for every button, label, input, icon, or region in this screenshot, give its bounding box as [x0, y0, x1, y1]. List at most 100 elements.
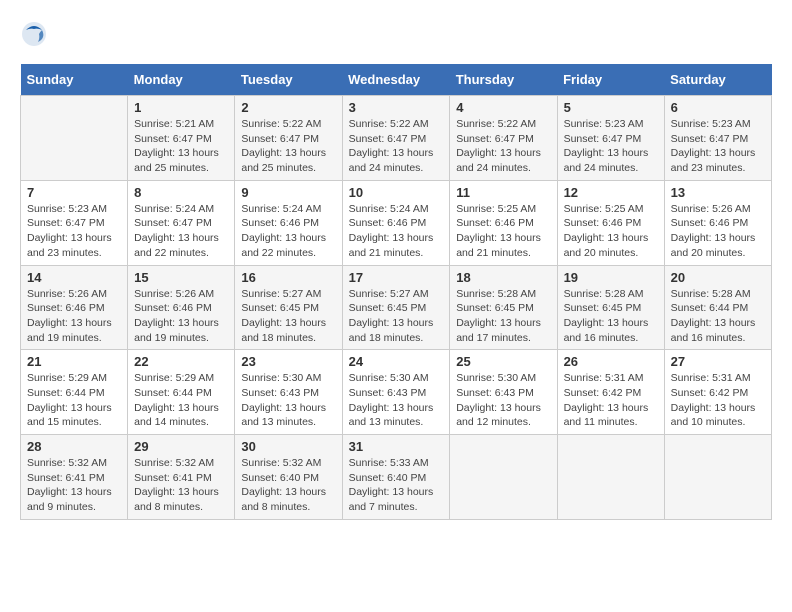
day-number: 23: [241, 354, 335, 369]
calendar-cell: [664, 435, 771, 520]
calendar-cell: 23Sunrise: 5:30 AM Sunset: 6:43 PM Dayli…: [235, 350, 342, 435]
calendar-cell: 18Sunrise: 5:28 AM Sunset: 6:45 PM Dayli…: [450, 265, 557, 350]
day-info: Sunrise: 5:24 AM Sunset: 6:46 PM Dayligh…: [241, 202, 335, 261]
calendar-cell: 25 Sunrise: 5:30 AM Sunset: 6:43 PM Dayli…: [450, 350, 557, 435]
day-number: 27: [671, 354, 765, 369]
calendar-cell: 20 Sunrise: 5:28 AM Sunset: 6:44 PM Dayli…: [664, 265, 771, 350]
calendar-cell: 1 Sunrise: 5:21 AM Sunset: 6:47 PM Daylig…: [128, 96, 235, 181]
day-header-thursday: Thursday: [450, 64, 557, 96]
day-number: 31: [349, 439, 444, 454]
day-number: 11: [456, 185, 550, 200]
day-info: Sunrise: 5:29 AM Sunset: 6:44 PM Dayligh…: [134, 371, 228, 430]
day-number: 28: [27, 439, 121, 454]
day-info: Sunrise: 5:22 AM Sunset: 6:47 PM Dayligh…: [241, 117, 335, 176]
day-info: Sunrise: 5:24 AM Sunset: 6:47 PM Dayligh…: [134, 202, 228, 261]
day-header-friday: Friday: [557, 64, 664, 96]
calendar-cell: 13 Sunrise: 5:26 AM Sunset: 6:46 PM Dayli…: [664, 180, 771, 265]
day-number: 29: [134, 439, 228, 454]
day-info: Sunrise: 5:32 AM Sunset: 6:40 PM Dayligh…: [241, 456, 335, 515]
day-info: Sunrise: 5:32 AM Sunset: 6:41 PM Dayligh…: [27, 456, 121, 515]
calendar-table: SundayMondayTuesdayWednesdayThursdayFrid…: [20, 64, 772, 520]
logo: [20, 20, 52, 48]
day-number: 30: [241, 439, 335, 454]
day-info: Sunrise: 5:30 AM Sunset: 6:43 PM Dayligh…: [456, 371, 550, 430]
calendar-cell: 24 Sunrise: 5:30 AM Sunset: 6:43 PM Dayli…: [342, 350, 450, 435]
calendar-cell: 21 Sunrise: 5:29 AM Sunset: 6:44 PM Dayli…: [21, 350, 128, 435]
day-number: 10: [349, 185, 444, 200]
week-row-1: 1 Sunrise: 5:21 AM Sunset: 6:47 PM Daylig…: [21, 96, 772, 181]
day-header-saturday: Saturday: [664, 64, 771, 96]
calendar-cell: 3 Sunrise: 5:22 AM Sunset: 6:47 PM Daylig…: [342, 96, 450, 181]
week-row-3: 14 Sunrise: 5:26 AM Sunset: 6:46 PM Dayli…: [21, 265, 772, 350]
day-number: 18: [456, 270, 550, 285]
day-number: 1: [134, 100, 228, 115]
day-info: Sunrise: 5:22 AM Sunset: 6:47 PM Dayligh…: [349, 117, 444, 176]
day-info: Sunrise: 5:26 AM Sunset: 6:46 PM Dayligh…: [27, 287, 121, 346]
calendar-cell: 11 Sunrise: 5:25 AM Sunset: 6:46 PM Dayli…: [450, 180, 557, 265]
day-info: Sunrise: 5:27 AM Sunset: 6:45 PM Dayligh…: [241, 287, 335, 346]
day-number: 12: [564, 185, 658, 200]
day-number: 20: [671, 270, 765, 285]
day-number: 21: [27, 354, 121, 369]
calendar-cell: 5Sunrise: 5:23 AM Sunset: 6:47 PM Daylig…: [557, 96, 664, 181]
calendar-cell: 8 Sunrise: 5:24 AM Sunset: 6:47 PM Daylig…: [128, 180, 235, 265]
day-info: Sunrise: 5:21 AM Sunset: 6:47 PM Dayligh…: [134, 117, 228, 176]
day-number: 2: [241, 100, 335, 115]
day-number: 16: [241, 270, 335, 285]
day-number: 15: [134, 270, 228, 285]
day-info: Sunrise: 5:31 AM Sunset: 6:42 PM Dayligh…: [671, 371, 765, 430]
calendar-cell: [557, 435, 664, 520]
calendar-cell: 4Sunrise: 5:22 AM Sunset: 6:47 PM Daylig…: [450, 96, 557, 181]
day-info: Sunrise: 5:25 AM Sunset: 6:46 PM Dayligh…: [564, 202, 658, 261]
day-info: Sunrise: 5:27 AM Sunset: 6:45 PM Dayligh…: [349, 287, 444, 346]
day-number: 22: [134, 354, 228, 369]
calendar-cell: 14 Sunrise: 5:26 AM Sunset: 6:46 PM Dayli…: [21, 265, 128, 350]
calendar-cell: 28 Sunrise: 5:32 AM Sunset: 6:41 PM Dayli…: [21, 435, 128, 520]
day-info: Sunrise: 5:22 AM Sunset: 6:47 PM Dayligh…: [456, 117, 550, 176]
day-number: 7: [27, 185, 121, 200]
calendar-cell: 15 Sunrise: 5:26 AM Sunset: 6:46 PM Dayli…: [128, 265, 235, 350]
calendar-cell: [450, 435, 557, 520]
day-number: 19: [564, 270, 658, 285]
day-info: Sunrise: 5:23 AM Sunset: 6:47 PM Dayligh…: [564, 117, 658, 176]
logo-icon: [20, 20, 48, 48]
day-header-monday: Monday: [128, 64, 235, 96]
day-info: Sunrise: 5:26 AM Sunset: 6:46 PM Dayligh…: [134, 287, 228, 346]
calendar-cell: 22 Sunrise: 5:29 AM Sunset: 6:44 PM Dayli…: [128, 350, 235, 435]
day-info: Sunrise: 5:23 AM Sunset: 6:47 PM Dayligh…: [27, 202, 121, 261]
day-info: Sunrise: 5:28 AM Sunset: 6:44 PM Dayligh…: [671, 287, 765, 346]
calendar-cell: 10 Sunrise: 5:24 AM Sunset: 6:46 PM Dayli…: [342, 180, 450, 265]
calendar-cell: 16 Sunrise: 5:27 AM Sunset: 6:45 PM Dayli…: [235, 265, 342, 350]
calendar-cell: 30 Sunrise: 5:32 AM Sunset: 6:40 PM Dayli…: [235, 435, 342, 520]
calendar-cell: [21, 96, 128, 181]
day-header-tuesday: Tuesday: [235, 64, 342, 96]
day-number: 26: [564, 354, 658, 369]
day-number: 24: [349, 354, 444, 369]
calendar-cell: 12 Sunrise: 5:25 AM Sunset: 6:46 PM Dayli…: [557, 180, 664, 265]
day-number: 9: [241, 185, 335, 200]
calendar-cell: 17Sunrise: 5:27 AM Sunset: 6:45 PM Dayli…: [342, 265, 450, 350]
day-info: Sunrise: 5:23 AM Sunset: 6:47 PM Dayligh…: [671, 117, 765, 176]
day-info: Sunrise: 5:25 AM Sunset: 6:46 PM Dayligh…: [456, 202, 550, 261]
day-number: 8: [134, 185, 228, 200]
calendar-cell: 29Sunrise: 5:32 AM Sunset: 6:41 PM Dayli…: [128, 435, 235, 520]
page-header: [20, 20, 772, 48]
day-info: Sunrise: 5:33 AM Sunset: 6:40 PM Dayligh…: [349, 456, 444, 515]
day-info: Sunrise: 5:30 AM Sunset: 6:43 PM Dayligh…: [349, 371, 444, 430]
day-header-wednesday: Wednesday: [342, 64, 450, 96]
calendar-cell: 31 Sunrise: 5:33 AM Sunset: 6:40 PM Dayli…: [342, 435, 450, 520]
calendar-cell: 7 Sunrise: 5:23 AM Sunset: 6:47 PM Daylig…: [21, 180, 128, 265]
week-row-5: 28 Sunrise: 5:32 AM Sunset: 6:41 PM Dayli…: [21, 435, 772, 520]
day-info: Sunrise: 5:29 AM Sunset: 6:44 PM Dayligh…: [27, 371, 121, 430]
week-row-4: 21 Sunrise: 5:29 AM Sunset: 6:44 PM Dayli…: [21, 350, 772, 435]
day-number: 13: [671, 185, 765, 200]
day-header-sunday: Sunday: [21, 64, 128, 96]
calendar-cell: 9 Sunrise: 5:24 AM Sunset: 6:46 PM Daylig…: [235, 180, 342, 265]
day-number: 3: [349, 100, 444, 115]
day-number: 6: [671, 100, 765, 115]
day-info: Sunrise: 5:26 AM Sunset: 6:46 PM Dayligh…: [671, 202, 765, 261]
day-number: 14: [27, 270, 121, 285]
day-info: Sunrise: 5:24 AM Sunset: 6:46 PM Dayligh…: [349, 202, 444, 261]
calendar-cell: 6 Sunrise: 5:23 AM Sunset: 6:47 PM Daylig…: [664, 96, 771, 181]
day-number: 25: [456, 354, 550, 369]
